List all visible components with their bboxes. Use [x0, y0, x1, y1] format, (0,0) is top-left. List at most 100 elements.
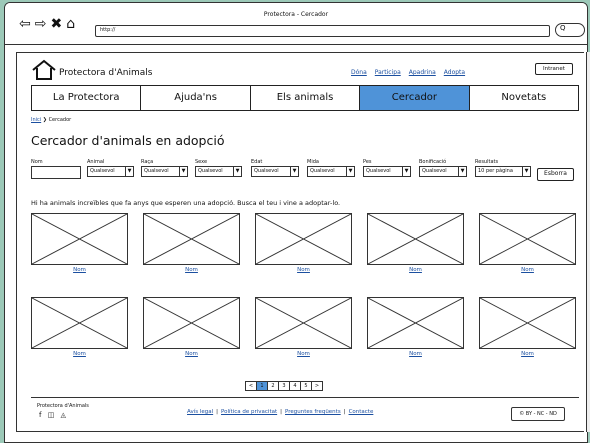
animal-image-placeholder[interactable]: [367, 213, 464, 265]
license-badge[interactable]: © BY - NC - ND: [511, 407, 565, 421]
animal-card[interactable]: Nom: [255, 213, 352, 278]
bonificacio-select[interactable]: Qualsevol ▼: [419, 166, 467, 177]
filter-nom-label: Nom: [31, 159, 43, 165]
scrollbar[interactable]: [586, 52, 590, 432]
breadcrumb-home[interactable]: Inici: [31, 117, 41, 123]
home-icon[interactable]: ⌂: [66, 17, 75, 31]
raca-select-value: Qualsevol: [144, 168, 169, 174]
menu-item-novetats[interactable]: Novetats: [470, 86, 578, 110]
filter-raca: Raça Qualsevol ▼: [141, 159, 188, 177]
animal-name-link[interactable]: Nom: [143, 351, 240, 357]
footer-link-avis-legal[interactable]: Avís legal: [187, 409, 213, 415]
animal-image-placeholder[interactable]: [31, 297, 128, 349]
animal-image-placeholder[interactable]: [479, 297, 576, 349]
page-title: Cercador d'animals en adopció: [31, 133, 225, 148]
edat-select-value: Qualsevol: [254, 168, 279, 174]
next-page-button[interactable]: >: [311, 381, 323, 391]
filter-bonificacio-label: Bonificació: [419, 159, 447, 165]
sexe-select[interactable]: Qualsevol ▼: [195, 166, 242, 177]
animal-card[interactable]: Nom: [255, 297, 352, 362]
footer-social-icons: f ◫ ◬: [39, 411, 68, 419]
footer-link-privacitat[interactable]: Política de privacitat: [221, 409, 277, 415]
animal-card[interactable]: Nom: [367, 213, 464, 278]
filter-pes-label: Pes: [363, 159, 372, 165]
house-icon: [32, 59, 56, 80]
browser-nav-buttons: ⇦ ⇨ ✖ ⌂: [19, 17, 75, 31]
animal-name-link[interactable]: Nom: [31, 267, 128, 273]
browser-search-box[interactable]: Q: [555, 23, 585, 37]
footer-link-contacte[interactable]: Contacte: [349, 409, 374, 415]
close-icon[interactable]: ✖: [50, 17, 62, 31]
animal-image-placeholder[interactable]: [143, 297, 240, 349]
filter-mida-label: Mida: [307, 159, 319, 165]
name-input[interactable]: [31, 166, 81, 179]
animal-card[interactable]: Nom: [367, 297, 464, 362]
flickr-icon[interactable]: ◬: [61, 411, 68, 419]
logo-text: Protectora d'Animals: [59, 68, 153, 78]
animal-card[interactable]: Nom: [143, 297, 240, 362]
animal-image-placeholder[interactable]: [255, 297, 352, 349]
animal-image-placeholder[interactable]: [479, 213, 576, 265]
animal-card[interactable]: Nom: [31, 297, 128, 362]
filter-edat: Edat Qualsevol ▼: [251, 159, 299, 177]
animal-name-link[interactable]: Nom: [255, 267, 352, 273]
animal-image-placeholder[interactable]: [143, 213, 240, 265]
menu-item-ajudans[interactable]: Ajuda'ns: [141, 86, 251, 110]
intro-text: Hi ha animals increïbles que fa anys que…: [31, 199, 341, 207]
filter-mida: Mida Qualsevol ▼: [307, 159, 355, 177]
bonificacio-select-value: Qualsevol: [422, 168, 447, 174]
browser-titlebar: Protectora - Cercador ⇦ ⇨ ✖ ⌂ http:// Q: [5, 3, 587, 45]
web-page: Protectora d'Animals Dóna Participa Apad…: [16, 52, 584, 432]
mida-select[interactable]: Qualsevol ▼: [307, 166, 355, 177]
link-apadrina[interactable]: Apadrina: [409, 69, 436, 76]
animal-name-link[interactable]: Nom: [367, 351, 464, 357]
footer-divider: [31, 397, 579, 398]
pes-select[interactable]: Qualsevol ▼: [363, 166, 411, 177]
chevron-down-icon: ▼: [458, 167, 466, 176]
raca-select[interactable]: Qualsevol ▼: [141, 166, 188, 177]
forward-icon[interactable]: ⇨: [35, 17, 47, 31]
filter-resultats: Resultats 10 per pàgina ▼: [475, 159, 531, 177]
clear-button[interactable]: Esborra: [537, 168, 574, 181]
link-participa[interactable]: Participa: [375, 69, 401, 76]
animal-select[interactable]: Qualsevol ▼: [87, 166, 134, 177]
menu-item-els-animals[interactable]: Els animals: [251, 86, 361, 110]
animal-image-placeholder[interactable]: [31, 213, 128, 265]
animal-name-link[interactable]: Nom: [255, 351, 352, 357]
animal-card[interactable]: Nom: [31, 213, 128, 278]
animal-card[interactable]: Nom: [479, 213, 576, 278]
filter-sexe-label: Sexe: [195, 159, 208, 165]
animal-image-placeholder[interactable]: [255, 213, 352, 265]
chevron-down-icon: ▼: [522, 167, 530, 176]
filter-sexe: Sexe Qualsevol ▼: [195, 159, 242, 177]
animal-select-value: Qualsevol: [90, 168, 115, 174]
footer-links: Avís legal | Política de privacitat | Pr…: [187, 409, 373, 415]
animal-name-link[interactable]: Nom: [367, 267, 464, 273]
resultats-select[interactable]: 10 per pàgina ▼: [475, 166, 531, 177]
edat-select[interactable]: Qualsevol ▼: [251, 166, 299, 177]
link-dona[interactable]: Dóna: [351, 69, 367, 76]
window-title: Protectora - Cercador: [263, 11, 329, 18]
facebook-icon[interactable]: f: [39, 411, 43, 419]
animal-name-link[interactable]: Nom: [143, 267, 240, 273]
back-icon[interactable]: ⇦: [19, 17, 31, 31]
intranet-button[interactable]: Intranet: [535, 63, 573, 75]
footer-separator: |: [343, 409, 346, 415]
animal-name-link[interactable]: Nom: [31, 351, 128, 357]
animal-name-link[interactable]: Nom: [479, 267, 576, 273]
chevron-down-icon: ▼: [233, 167, 241, 176]
filter-pes: Pes Qualsevol ▼: [363, 159, 411, 177]
animal-image-placeholder[interactable]: [367, 297, 464, 349]
footer-link-faq[interactable]: Preguntes freqüents: [285, 409, 341, 415]
chevron-down-icon: ▼: [179, 167, 187, 176]
url-bar[interactable]: http://: [95, 25, 550, 37]
menu-item-la-protectora[interactable]: La Protectora: [32, 86, 142, 110]
instagram-icon[interactable]: ◫: [48, 411, 57, 419]
site-logo[interactable]: Protectora d'Animals: [31, 59, 152, 81]
link-adopta[interactable]: Adopta: [444, 69, 465, 76]
animal-name-link[interactable]: Nom: [479, 351, 576, 357]
creative-commons-icon: ©: [519, 411, 525, 417]
menu-item-cercador[interactable]: Cercador: [360, 86, 470, 110]
animal-card[interactable]: Nom: [479, 297, 576, 362]
animal-card[interactable]: Nom: [143, 213, 240, 278]
